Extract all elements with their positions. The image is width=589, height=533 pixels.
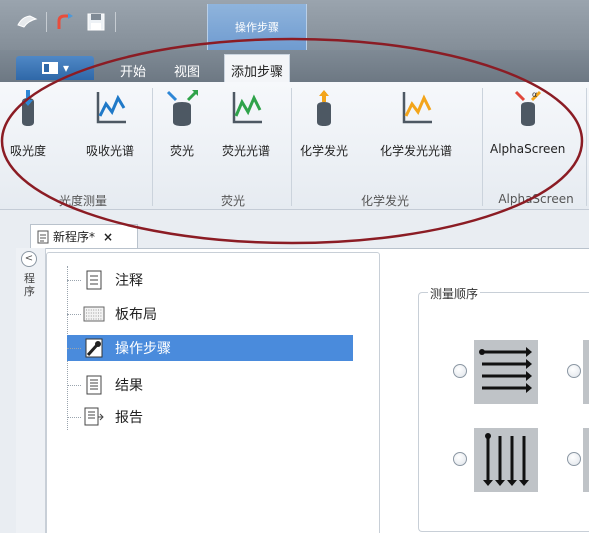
ribbon-tab-strip: ▾ 开始 视图 添加步骤 (0, 50, 589, 82)
app-logo-icon[interactable] (16, 11, 38, 33)
absorbance-button[interactable]: 吸光度 (10, 88, 46, 162)
tab-add-step[interactable]: 添加步骤 (224, 54, 291, 82)
luminescence-spectrum-icon (402, 92, 432, 124)
column-order-icon (474, 428, 538, 492)
tab-view[interactable]: 视图 (168, 58, 206, 82)
measure-order-group (418, 292, 589, 532)
row-order-radio[interactable] (453, 364, 467, 378)
fluorescence-spectrum-icon (232, 92, 262, 124)
fluorescence-spectrum-button[interactable]: 荧光光谱 (222, 88, 270, 162)
notes-icon (86, 270, 102, 290)
context-tab-header: 操作步骤 (207, 4, 307, 50)
fluorescence-icon (166, 90, 198, 126)
column-order-radio[interactable] (453, 452, 467, 466)
app-menu-button[interactable]: ▾ (16, 56, 94, 80)
toolbar-divider (46, 12, 47, 32)
tree-item-report[interactable]: 报告 (67, 404, 143, 430)
side-strip-label: 程序 (24, 272, 35, 298)
document-tab[interactable]: 新程序* × (30, 224, 138, 248)
tree-branch (67, 416, 81, 418)
fluorescence-button[interactable]: 荧光 (164, 88, 200, 162)
app-menu-icon (41, 62, 58, 74)
tree-branch (67, 313, 81, 315)
group-divider (586, 88, 587, 206)
absorbance-spectrum-button[interactable]: 吸收光谱 (86, 88, 134, 162)
tab-start[interactable]: 开始 (114, 58, 152, 82)
results-icon (86, 375, 102, 395)
absorbance-spectrum-icon (96, 92, 126, 124)
save-icon[interactable] (85, 11, 107, 33)
report-icon (84, 407, 104, 426)
document-tab-label: 新程序* (53, 230, 96, 244)
group-divider (291, 88, 292, 206)
tree-branch (67, 347, 81, 349)
alphascreen-icon: α (514, 90, 541, 126)
column-order-radio-2[interactable] (567, 452, 581, 466)
luminescence-icon (317, 90, 331, 126)
chevron-down-icon: ▾ (62, 61, 70, 75)
toolbar-divider (115, 12, 116, 32)
tree-item-results[interactable]: 结果 (67, 372, 143, 398)
row-order-radio-2[interactable] (567, 364, 581, 378)
redo-icon[interactable] (55, 11, 77, 33)
tree-branch (67, 384, 81, 386)
luminescence-button[interactable]: 化学发光 (300, 88, 348, 162)
group-label-luminescence: 化学发光 (360, 194, 409, 208)
document-icon (37, 230, 49, 243)
wrench-icon (85, 338, 103, 358)
measure-order-title: 测量顺序 (428, 285, 481, 302)
order-option-partial (583, 428, 589, 492)
group-divider (152, 88, 153, 206)
title-bar: 操作步骤 (0, 0, 589, 50)
svg-text:α: α (532, 90, 537, 99)
group-label-fluorescence: 荧光 (220, 194, 245, 208)
tree-item-plate-layout[interactable]: 板布局 (67, 301, 157, 327)
plate-layout-icon (83, 306, 105, 322)
tree-branch (67, 279, 81, 281)
order-option-partial (583, 340, 589, 404)
absorbance-icon (22, 90, 34, 126)
tree-item-steps[interactable]: 操作步骤 (67, 335, 353, 361)
close-icon[interactable]: × (103, 230, 113, 244)
group-divider (482, 88, 483, 206)
row-order-icon (474, 340, 538, 404)
group-label-alphascreen: AlphaScreen (498, 192, 574, 206)
group-label-photometry: 光度测量 (58, 194, 107, 208)
quick-access-toolbar (16, 8, 116, 36)
collapse-left-icon[interactable]: < (21, 251, 37, 267)
alphascreen-button[interactable]: α AlphaScreen (490, 88, 565, 162)
tree-item-notes[interactable]: 注释 (67, 267, 143, 293)
ribbon-panel: 吸光度 吸收光谱 光度测量 荧光 荧光光谱 荧光 化学发光 化学发光光谱 化学发… (0, 82, 589, 210)
luminescence-spectrum-button[interactable]: 化学发光光谱 (380, 88, 452, 162)
